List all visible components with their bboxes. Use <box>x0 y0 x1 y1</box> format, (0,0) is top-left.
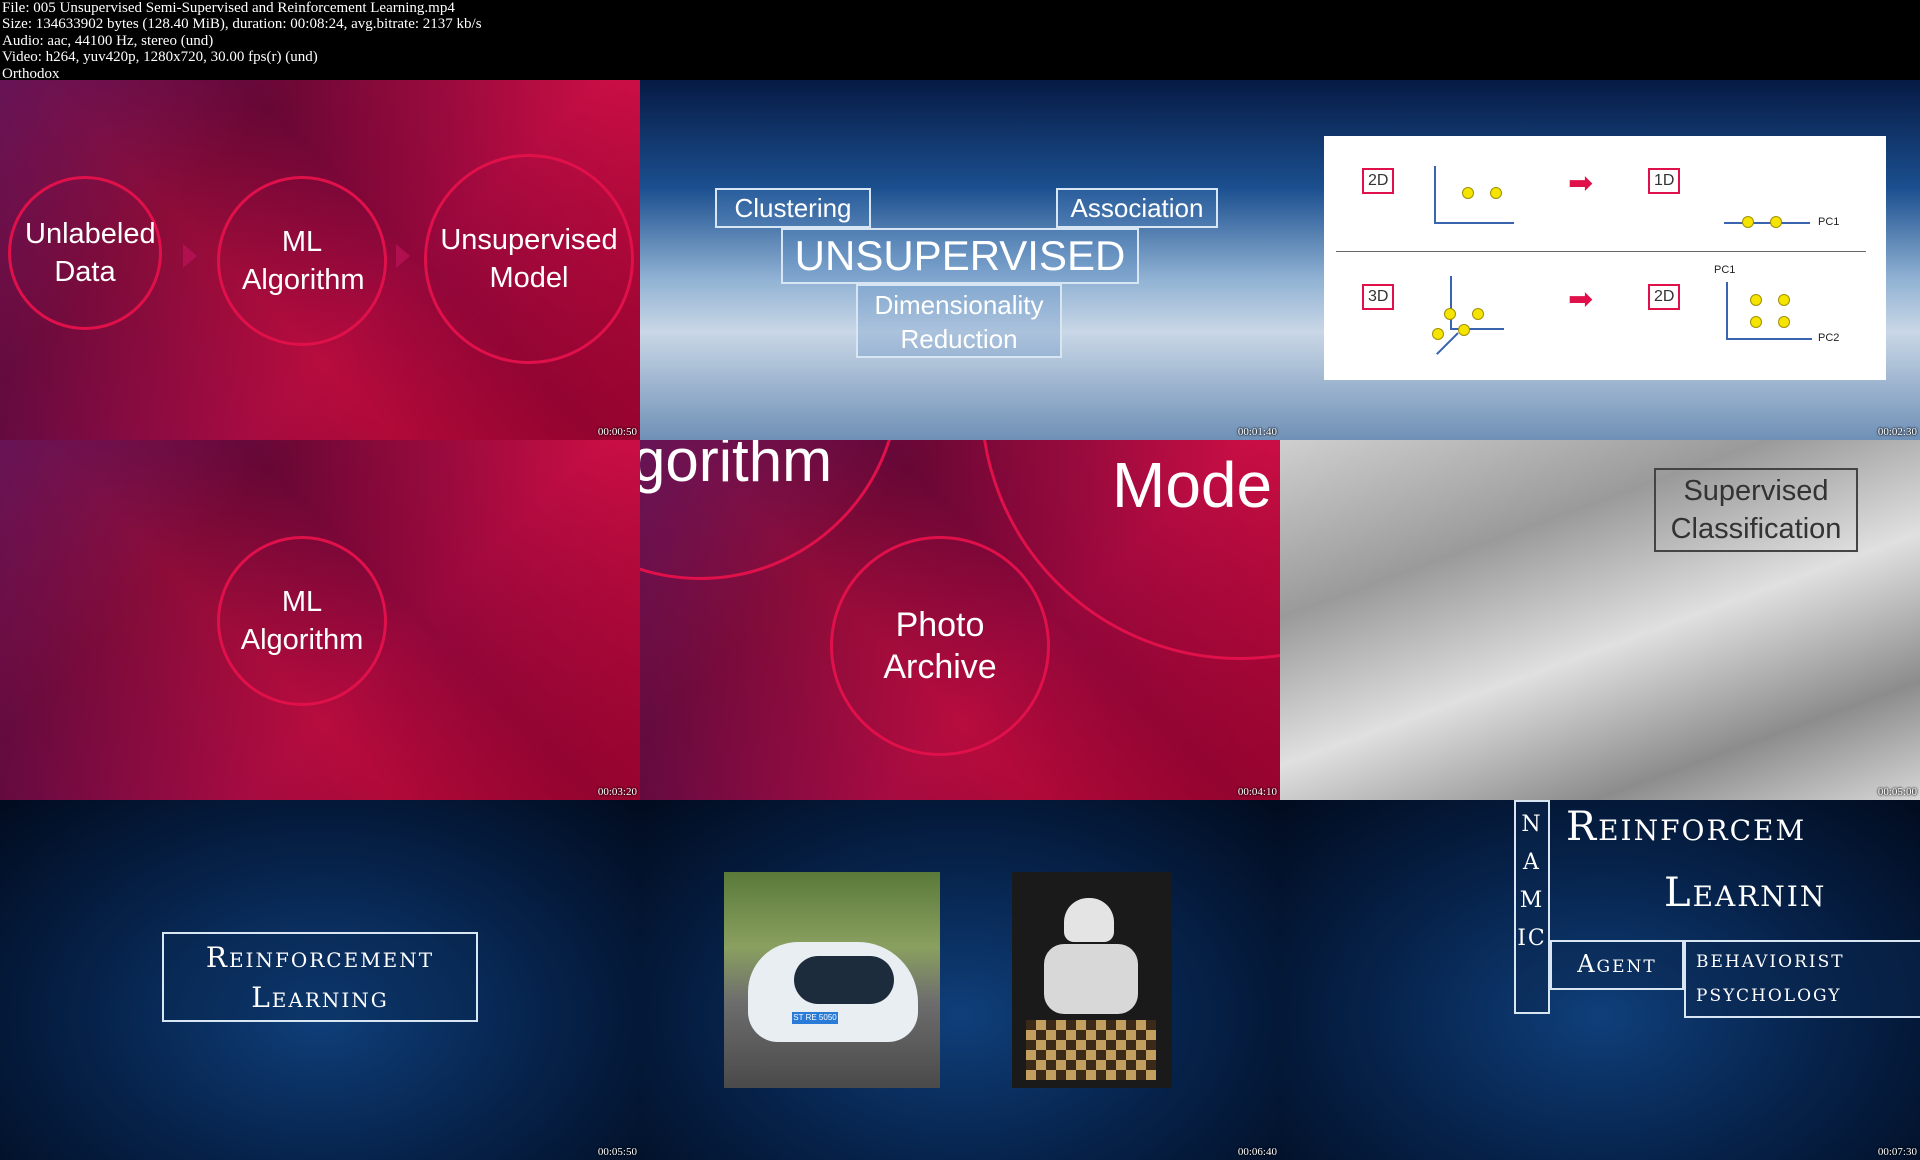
box-line: psychology <box>1696 979 1842 1007</box>
box-line: Reinforcement <box>205 941 435 974</box>
unsupervised-box: UNSUPERVISED <box>781 228 1139 284</box>
timestamp: 00:06:40 <box>1237 1146 1277 1158</box>
data-point <box>1778 294 1790 306</box>
circle-label: Unsupervised Model <box>440 224 618 294</box>
circle-line: Algorithm <box>240 624 364 656</box>
timestamp: 00:07:30 <box>1877 1146 1917 1158</box>
axis-pc1 <box>1724 222 1810 224</box>
video-info-line: Video: h264, yuv420p, 1280x720, 30.00 fp… <box>2 49 318 66</box>
timestamp: 00:02:30 <box>1877 426 1917 438</box>
data-point <box>1778 316 1790 328</box>
box-line: Dimensionality <box>874 290 1044 320</box>
circle-ml-algorithm: ML Algorithm <box>217 176 387 346</box>
box-line: Learning <box>251 981 389 1014</box>
car-windshield <box>794 956 894 1004</box>
robot-photo <box>1012 872 1172 1088</box>
thumbnail-2[interactable]: Clustering Association UNSUPERVISED Dime… <box>640 80 1280 440</box>
thumbnail-6[interactable]: Supervised Classification 00:05:00 <box>1280 440 1920 800</box>
timestamp: 00:04:10 <box>1237 786 1277 798</box>
circle-label: ML Algorithm <box>242 226 365 296</box>
thumbnail-grid: Unlabeled Data ML Algorithm Unsupervised… <box>0 80 1920 1160</box>
circle-unsupervised-model: Unsupervised Model <box>424 154 634 364</box>
axis-y <box>1434 166 1436 224</box>
thumbnail-5[interactable]: gorithm Mode Photo Archive 00:04:10 <box>640 440 1280 800</box>
axis-y <box>1726 282 1728 340</box>
vertical-word-box: NAMIC <box>1514 800 1550 1014</box>
reinforcement-learning-box: Reinforcement Learning <box>162 932 478 1022</box>
timestamp: 00:05:50 <box>597 1146 637 1158</box>
data-point <box>1750 316 1762 328</box>
tag-3d: 3D <box>1362 284 1395 310</box>
association-box: Association <box>1056 188 1218 228</box>
tag-2d: 2D <box>1362 168 1395 194</box>
pca-diagram-panel: 2D ➡ 1D PC1 3D ➡ 2D PC1 PC2 <box>1324 136 1886 380</box>
thumbnail-3[interactable]: 2D ➡ 1D PC1 3D ➡ 2D PC1 PC2 00:02:30 <box>1280 80 1920 440</box>
agent-box: Agent <box>1550 940 1684 990</box>
timestamp: 00:05:00 <box>1877 786 1917 798</box>
circle-label: ML Algorithm <box>241 583 364 659</box>
thumbnail-9[interactable]: NAMIC Reinforcem Learnin Agent behaviori… <box>1280 800 1920 1160</box>
box-line: Reduction <box>900 324 1018 354</box>
data-point <box>1490 187 1502 199</box>
axis-z <box>1450 276 1452 330</box>
file-info-header: File: 005 Unsupervised Semi-Supervised a… <box>0 0 1920 82</box>
axis-x <box>1726 338 1812 340</box>
pc1-label: PC1 <box>1818 216 1840 228</box>
data-point <box>1462 187 1474 199</box>
robot-head <box>1064 898 1114 942</box>
box-line: Classification <box>1670 513 1842 545</box>
tag-2d: 2D <box>1648 284 1681 310</box>
reinforcement-title: Reinforcem <box>1566 804 1807 850</box>
circle-line: Archive <box>883 648 997 686</box>
license-plate: ST RE 5050 <box>792 1012 838 1024</box>
circle-photo-archive: Photo Archive <box>830 536 1050 756</box>
fragment-text: Mode <box>1112 449 1273 521</box>
timestamp: 00:01:40 <box>1237 426 1277 438</box>
divider <box>1336 251 1866 252</box>
pc1-label: PC1 <box>1714 264 1736 276</box>
circle-label: Photo Archive <box>883 604 996 688</box>
clustering-box: Clustering <box>715 188 871 228</box>
robot-torso <box>1044 944 1138 1014</box>
arrow-right-icon <box>183 244 197 268</box>
data-point <box>1458 324 1470 336</box>
chess-board <box>1026 1020 1156 1080</box>
circle-line: ML <box>281 586 323 618</box>
axis-x <box>1434 222 1514 224</box>
car-photo: ST RE 5050 <box>724 872 940 1088</box>
pc2-label: PC2 <box>1818 332 1840 344</box>
box-line: behaviorist <box>1696 945 1845 973</box>
arrow-right-icon: ➡ <box>1568 167 1594 200</box>
dimensionality-reduction-box: Dimensionality Reduction <box>856 284 1062 358</box>
data-point <box>1770 216 1782 228</box>
tag-1d: 1D <box>1648 168 1681 194</box>
data-point <box>1472 308 1484 320</box>
timestamp: 00:03:20 <box>597 786 637 798</box>
fragment-text: gorithm <box>640 440 833 494</box>
data-point <box>1742 216 1754 228</box>
learning-title: Learnin <box>1664 870 1827 916</box>
circle-ml-algorithm: ML Algorithm <box>217 536 387 706</box>
thumbnail-4[interactable]: ML Algorithm 00:03:20 <box>0 440 640 800</box>
timestamp: 00:00:50 <box>597 426 637 438</box>
circle-line: Photo <box>895 606 985 644</box>
supervised-classification-box: Supervised Classification <box>1654 468 1858 552</box>
data-point <box>1750 294 1762 306</box>
data-point <box>1444 308 1456 320</box>
thumbnail-8[interactable]: ST RE 5050 00:06:40 <box>640 800 1280 1160</box>
file-size-line: Size: 134633902 bytes (128.40 MiB), dura… <box>2 16 482 33</box>
thumbnail-7[interactable]: Reinforcement Learning 00:05:50 <box>0 800 640 1160</box>
circle-label: Unlabeled Data <box>25 218 156 288</box>
thumbnail-1[interactable]: Unlabeled Data ML Algorithm Unsupervised… <box>0 80 640 440</box>
circle-unlabeled-data: Unlabeled Data <box>8 176 162 330</box>
arrow-right-icon: ➡ <box>1568 283 1594 316</box>
behaviorist-psychology-box: behaviorist psychology <box>1684 940 1920 1018</box>
box-line: Supervised <box>1683 475 1829 507</box>
file-name-line: File: 005 Unsupervised Semi-Supervised a… <box>2 0 455 16</box>
arrow-right-icon <box>396 244 410 268</box>
audio-info-line: Audio: aac, 44100 Hz, stereo (und) <box>2 32 214 49</box>
data-point <box>1432 328 1444 340</box>
